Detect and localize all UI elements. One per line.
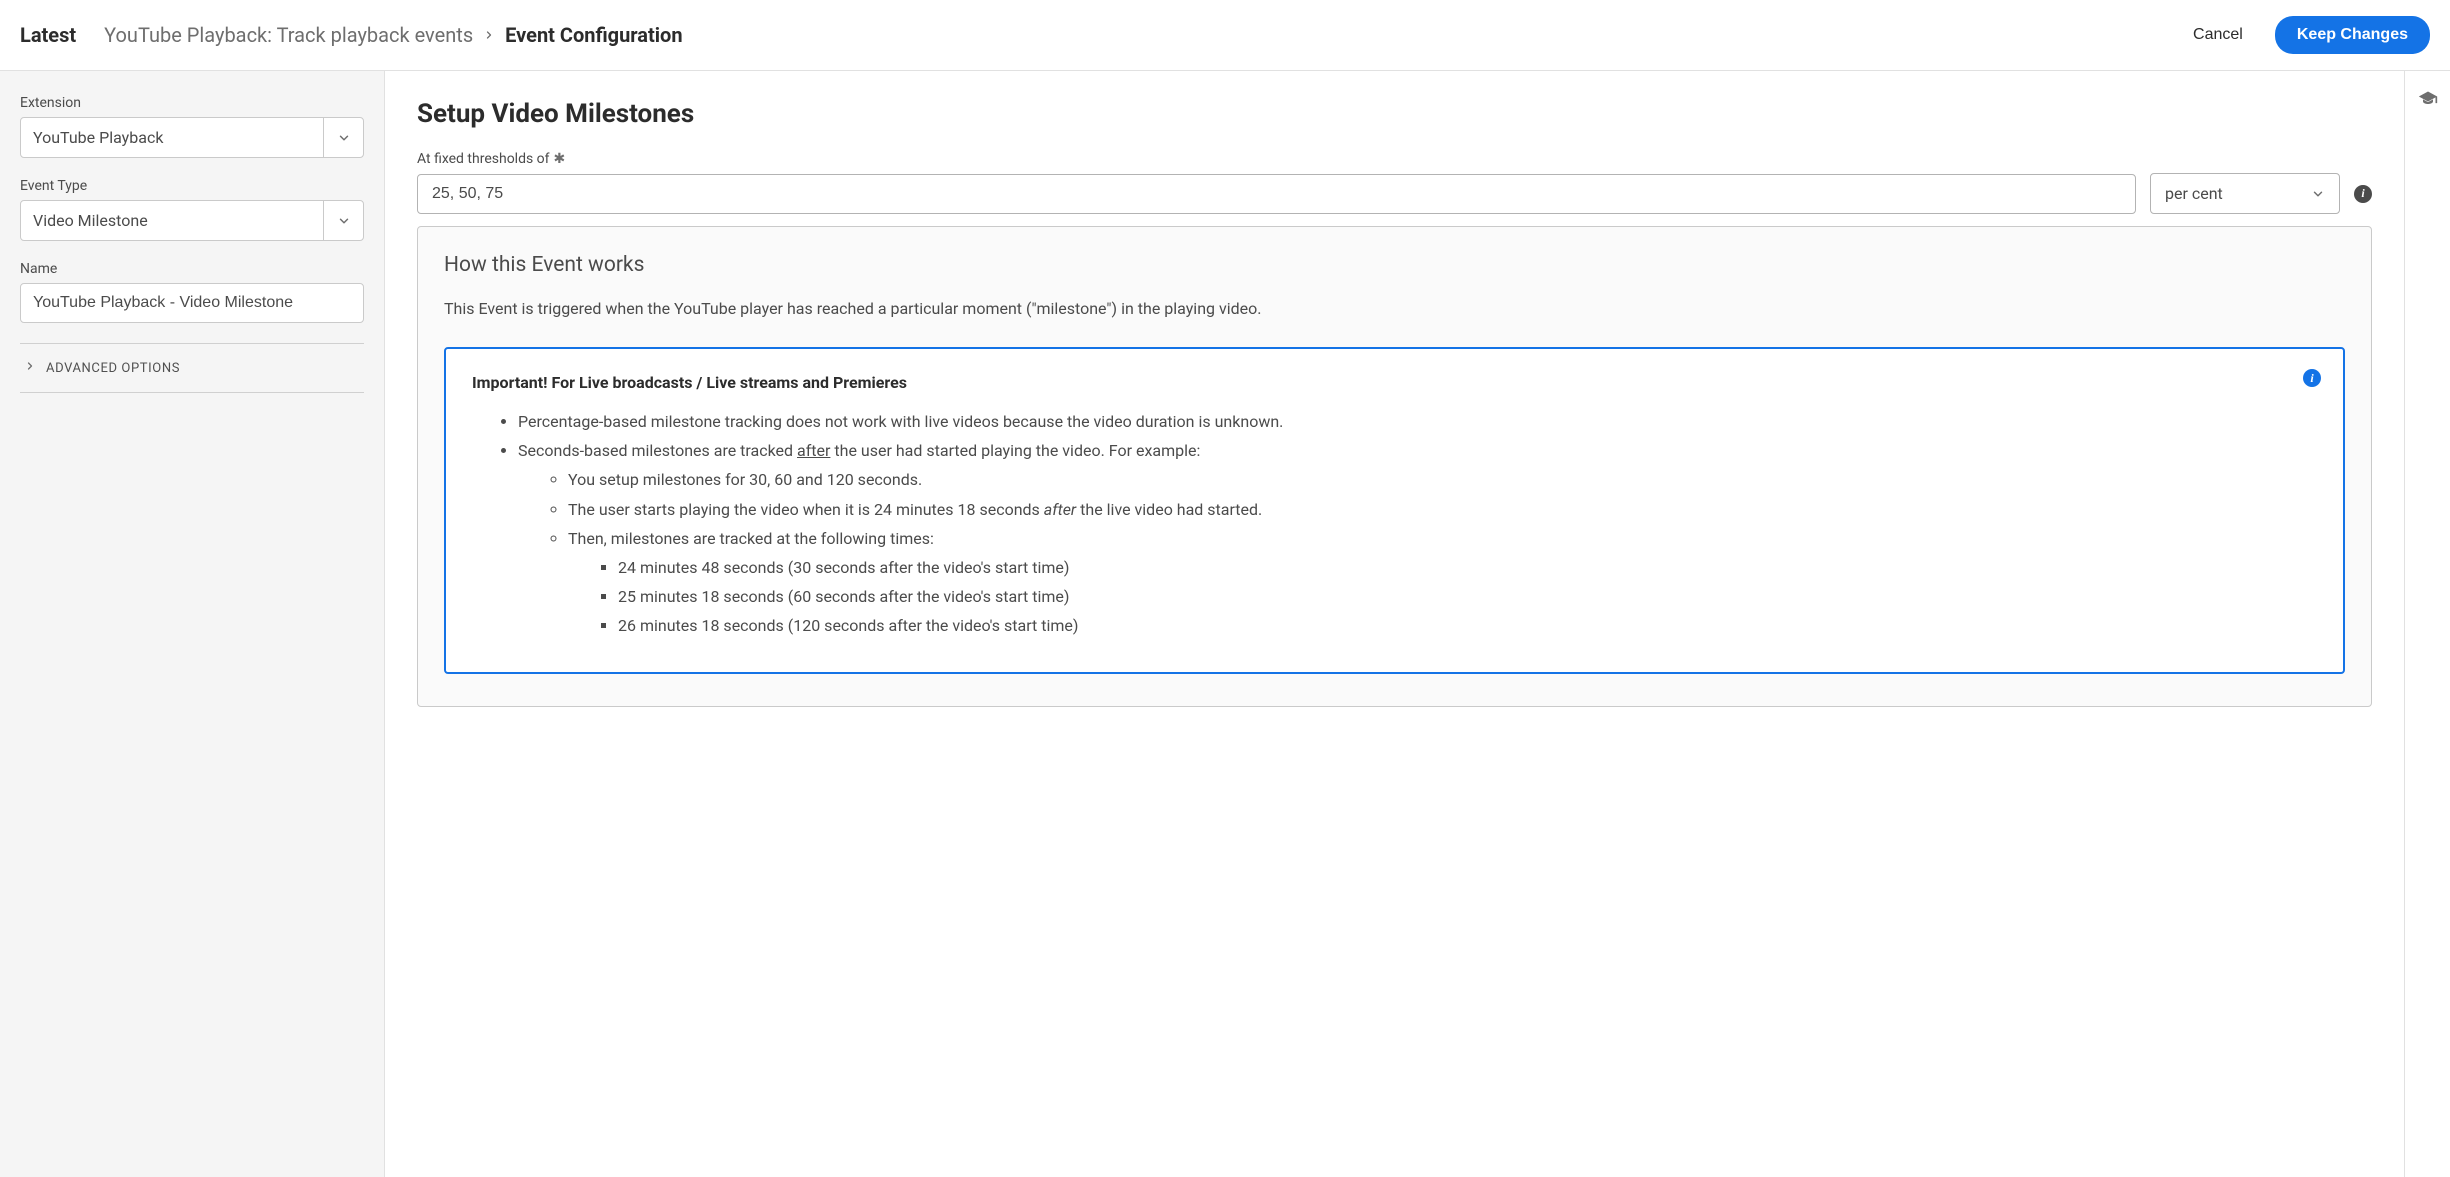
list-item: 26 minutes 18 seconds (120 seconds after… (618, 612, 2317, 639)
body: Extension YouTube Playback Event Type Vi… (0, 71, 2450, 1177)
advanced-options-label: ADVANCED OPTIONS (46, 361, 180, 376)
how-panel: How this Event works This Event is trigg… (417, 226, 2372, 707)
header-actions: Cancel Keep Changes (2181, 16, 2430, 54)
chevron-right-icon (483, 26, 495, 45)
sidebar: Extension YouTube Playback Event Type Vi… (0, 71, 385, 1177)
chevron-down-icon (2311, 187, 2325, 201)
how-description: This Event is triggered when the YouTube… (444, 297, 2345, 321)
breadcrumb: YouTube Playback: Track playback events … (104, 23, 682, 47)
breadcrumb-current: Event Configuration (505, 23, 682, 47)
graduation-cap-icon[interactable] (2418, 89, 2438, 113)
chevron-down-icon[interactable] (323, 118, 363, 157)
list-item: 25 minutes 18 seconds (60 seconds after … (618, 583, 2317, 610)
required-asterisk: ✱ (554, 151, 566, 167)
event-type-value: Video Milestone (21, 201, 323, 240)
advanced-options-toggle[interactable]: ADVANCED OPTIONS (20, 344, 364, 393)
threshold-input[interactable] (417, 174, 2136, 214)
list-item: Then, milestones are tracked at the foll… (568, 525, 2317, 640)
text: Then, milestones are tracked at the foll… (568, 529, 934, 548)
event-type-select[interactable]: Video Milestone (20, 200, 364, 241)
extension-field: Extension YouTube Playback (20, 95, 364, 158)
event-type-label: Event Type (20, 178, 364, 194)
cancel-button[interactable]: Cancel (2181, 18, 2255, 52)
list-item: You setup milestones for 30, 60 and 120 … (568, 466, 2317, 493)
callout-list: Percentage-based milestone tracking does… (472, 408, 2317, 640)
text: the user had started playing the video. … (830, 441, 1200, 460)
breadcrumb-parent[interactable]: YouTube Playback: Track playback events (104, 23, 473, 47)
info-icon[interactable]: i (2354, 185, 2372, 203)
list-item: 24 minutes 48 seconds (30 seconds after … (618, 554, 2317, 581)
list-item: Seconds-based milestones are tracked aft… (518, 437, 2317, 639)
list-item: Percentage-based milestone tracking does… (518, 408, 2317, 435)
main-heading: Setup Video Milestones (417, 99, 2372, 129)
chevron-right-icon (24, 360, 36, 376)
text: The user starts playing the video when i… (568, 500, 1044, 519)
keep-changes-button[interactable]: Keep Changes (2275, 16, 2430, 54)
header-left: Latest YouTube Playback: Track playback … (20, 23, 683, 47)
extension-value: YouTube Playback (21, 118, 323, 157)
how-heading: How this Event works (444, 253, 2345, 277)
main-content: Setup Video Milestones At fixed threshol… (385, 71, 2404, 1177)
name-label: Name (20, 261, 364, 277)
right-rail (2404, 71, 2450, 1177)
callout-title: Important! For Live broadcasts / Live st… (472, 373, 2317, 392)
extension-select[interactable]: YouTube Playback (20, 117, 364, 158)
name-field: Name (20, 261, 364, 323)
sub-list: You setup milestones for 30, 60 and 120 … (518, 466, 2317, 639)
chevron-down-icon[interactable] (323, 201, 363, 240)
threshold-label-text: At fixed thresholds of (417, 151, 550, 167)
text-underline: after (797, 441, 830, 460)
text-italic: after (1044, 500, 1076, 519)
list-item: The user starts playing the video when i… (568, 496, 2317, 523)
event-type-field: Event Type Video Milestone (20, 178, 364, 241)
threshold-label: At fixed thresholds of✱ (417, 151, 2372, 167)
callout-box: i Important! For Live broadcasts / Live … (444, 347, 2345, 674)
text: the live video had started. (1076, 500, 1262, 519)
threshold-row: per cent i (417, 173, 2372, 214)
info-icon[interactable]: i (2303, 369, 2321, 387)
name-input[interactable] (20, 283, 364, 323)
page-title: Latest (20, 23, 76, 47)
sub-sub-list: 24 minutes 48 seconds (30 seconds after … (568, 554, 2317, 640)
text: Seconds-based milestones are tracked (518, 441, 797, 460)
threshold-unit-value: per cent (2165, 184, 2223, 203)
extension-label: Extension (20, 95, 364, 111)
threshold-unit-select[interactable]: per cent (2150, 173, 2340, 214)
header: Latest YouTube Playback: Track playback … (0, 0, 2450, 71)
